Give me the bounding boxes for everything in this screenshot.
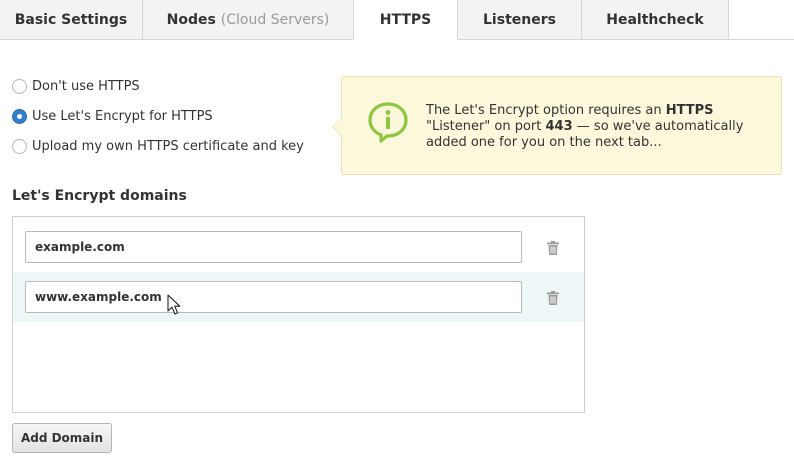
domain-input[interactable]: example.com <box>25 231 522 263</box>
tab-label: Listeners <box>483 11 556 28</box>
info-message: The Let's Encrypt option requires an HTT… <box>426 103 766 151</box>
radio-label: Upload my own HTTPS certificate and key <box>32 139 304 154</box>
radio-button[interactable] <box>12 79 27 94</box>
info-strong-port: 443 <box>545 119 573 134</box>
domains-section-title: Let's Encrypt domains <box>12 188 187 204</box>
tab-label: Basic Settings <box>14 11 128 28</box>
tab-label: Nodes <box>166 11 216 28</box>
mouse-cursor-icon <box>167 294 181 315</box>
list-item: example.com <box>13 217 584 267</box>
tab-bar: Basic Settings Nodes (Cloud Servers) HTT… <box>0 0 794 40</box>
info-strong-https: HTTPS <box>665 103 714 118</box>
info-text: "Listener" on port <box>426 119 546 134</box>
tab-nodes[interactable]: Nodes (Cloud Servers) <box>143 0 354 40</box>
radio-button[interactable] <box>12 109 27 124</box>
tab-label: HTTPS <box>379 11 432 28</box>
tab-basic-settings[interactable]: Basic Settings <box>0 0 143 40</box>
radio-lets-encrypt[interactable]: Use Let's Encrypt for HTTPS <box>12 109 213 124</box>
info-icon <box>368 102 408 143</box>
radio-label: Use Let's Encrypt for HTTPS <box>32 109 213 124</box>
info-text: The Let's Encrypt option requires an <box>426 103 666 118</box>
trash-icon[interactable] <box>546 291 560 305</box>
add-domain-button[interactable]: Add Domain <box>12 423 112 453</box>
tab-label-suffix: (Cloud Servers) <box>220 11 330 28</box>
tab-healthcheck[interactable]: Healthcheck <box>582 0 729 40</box>
radio-label: Don't use HTTPS <box>32 79 140 94</box>
radio-button[interactable] <box>12 139 27 154</box>
info-callout: The Let's Encrypt option requires an HTT… <box>332 76 782 175</box>
domain-value: www.example.com <box>35 290 162 304</box>
tab-listeners[interactable]: Listeners <box>458 0 582 40</box>
trash-icon[interactable] <box>546 241 560 255</box>
domain-input[interactable]: www.example.com <box>25 281 522 313</box>
tab-label: Healthcheck <box>606 11 704 28</box>
radio-upload-certificate[interactable]: Upload my own HTTPS certificate and key <box>12 139 304 154</box>
radio-no-https[interactable]: Don't use HTTPS <box>12 79 140 94</box>
domain-value: example.com <box>35 240 125 254</box>
list-item: www.example.com <box>13 272 584 322</box>
tab-https[interactable]: HTTPS <box>353 0 458 40</box>
domains-list: example.com www.example.com <box>12 216 585 413</box>
